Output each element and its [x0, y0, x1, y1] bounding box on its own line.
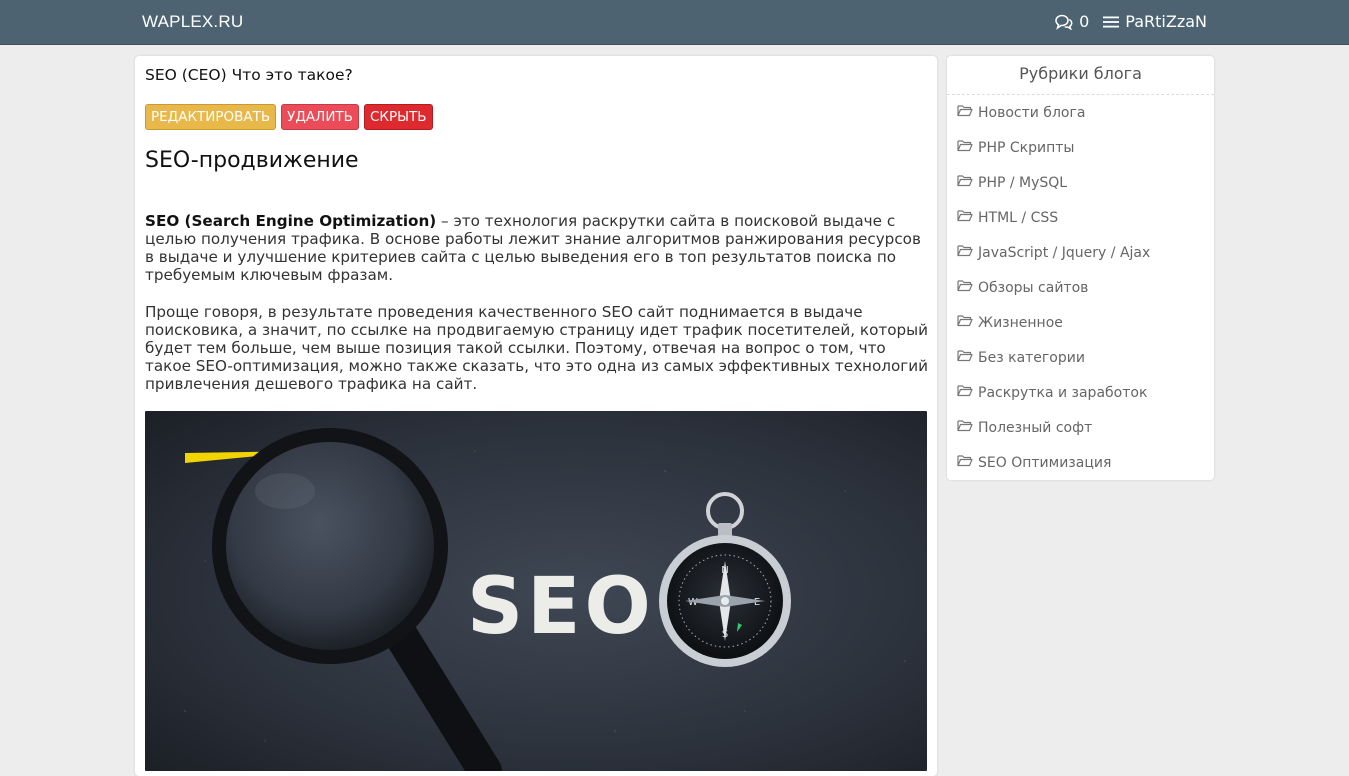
- user-name: PaRtiZzaN: [1125, 12, 1207, 31]
- paragraph-bold-term: SEO (Search Engine Optimization): [145, 212, 437, 230]
- sidebar-category-item[interactable]: JavaScript / Jquery / Ajax: [947, 235, 1214, 270]
- folder-open-icon: [957, 209, 973, 226]
- category-label: Обзоры сайтов: [978, 279, 1089, 296]
- delete-button[interactable]: УДАЛИТЬ: [281, 104, 359, 130]
- sidebar-category-item[interactable]: Полезный софт: [947, 410, 1214, 445]
- folder-open-icon: [957, 279, 973, 296]
- category-label: Раскрутка и заработок: [978, 384, 1148, 401]
- hide-button[interactable]: СКРЫТЬ: [363, 104, 433, 130]
- folder-open-icon: [957, 349, 973, 366]
- category-label: Полезный софт: [978, 419, 1093, 436]
- category-label: Жизненное: [978, 314, 1063, 331]
- category-list: Новости блога PHP Скрипты PHP / MySQL HTML …: [947, 95, 1214, 480]
- folder-open-icon: [957, 244, 973, 261]
- folder-open-icon: [957, 314, 973, 331]
- post-heading: SEO-продвижение: [145, 148, 359, 173]
- sidebar-category-item[interactable]: PHP / MySQL: [947, 165, 1214, 200]
- folder-open-icon: [957, 384, 973, 401]
- hamburger-icon: [1103, 15, 1120, 29]
- sidebar-category-item[interactable]: SEO Оптимизация: [947, 445, 1214, 480]
- user-menu[interactable]: PaRtiZzaN: [1103, 12, 1207, 31]
- messages-link[interactable]: 0: [1054, 12, 1089, 31]
- category-label: HTML / CSS: [978, 209, 1059, 226]
- folder-open-icon: [957, 174, 973, 191]
- category-label: JavaScript / Jquery / Ajax: [978, 244, 1151, 261]
- site-logo[interactable]: WAPLEX.RU: [142, 12, 243, 32]
- sidebar-title: Рубрики блога: [947, 56, 1214, 95]
- post-paragraph-2: Проще говоря, в результате проведения ка…: [145, 303, 929, 393]
- comments-icon: [1054, 14, 1073, 30]
- sidebar-category-item[interactable]: Новости блога: [947, 95, 1214, 130]
- messages-count: 0: [1079, 12, 1090, 31]
- top-navbar: WAPLEX.RU 0 PaRtiZzaN: [0, 0, 1349, 45]
- sidebar-category-item[interactable]: Без категории: [947, 340, 1214, 375]
- category-label: Без категории: [978, 349, 1085, 366]
- seo-illustration: SEO N S W E: [145, 411, 927, 771]
- edit-button[interactable]: РЕДАКТИРОВАТЬ: [145, 104, 277, 130]
- sidebar-category-item[interactable]: PHP Скрипты: [947, 130, 1214, 165]
- folder-open-icon: [957, 454, 973, 471]
- post-image: SEO N S W E: [145, 411, 927, 771]
- sidebar-category-item[interactable]: Обзоры сайтов: [947, 270, 1214, 305]
- folder-open-icon: [957, 104, 973, 121]
- category-label: PHP / MySQL: [978, 174, 1068, 191]
- sidebar-categories: Рубрики блога Новости блога PHP Скрипты PH…: [947, 56, 1214, 480]
- category-label: Новости блога: [978, 104, 1086, 121]
- folder-open-icon: [957, 419, 973, 436]
- sidebar-category-item[interactable]: HTML / CSS: [947, 200, 1214, 235]
- post-title: SEO (CEO) Что это такое?: [145, 66, 353, 84]
- navbar-right: 0 PaRtiZzaN: [1054, 12, 1207, 31]
- folder-open-icon: [957, 139, 973, 156]
- sidebar-category-item[interactable]: Раскрутка и заработок: [947, 375, 1214, 410]
- post-actions: РЕДАКТИРОВАТЬ УДАЛИТЬ СКРЫТЬ: [145, 104, 433, 130]
- category-label: SEO Оптимизация: [978, 454, 1112, 471]
- image-seo-text: SEO: [467, 562, 655, 652]
- category-label: PHP Скрипты: [978, 139, 1075, 156]
- sidebar-category-item[interactable]: Жизненное: [947, 305, 1214, 340]
- post-card: SEO (CEO) Что это такое? РЕДАКТИРОВАТЬ У…: [135, 56, 937, 776]
- post-paragraph-1: SEO (Search Engine Optimization) – это т…: [145, 212, 930, 284]
